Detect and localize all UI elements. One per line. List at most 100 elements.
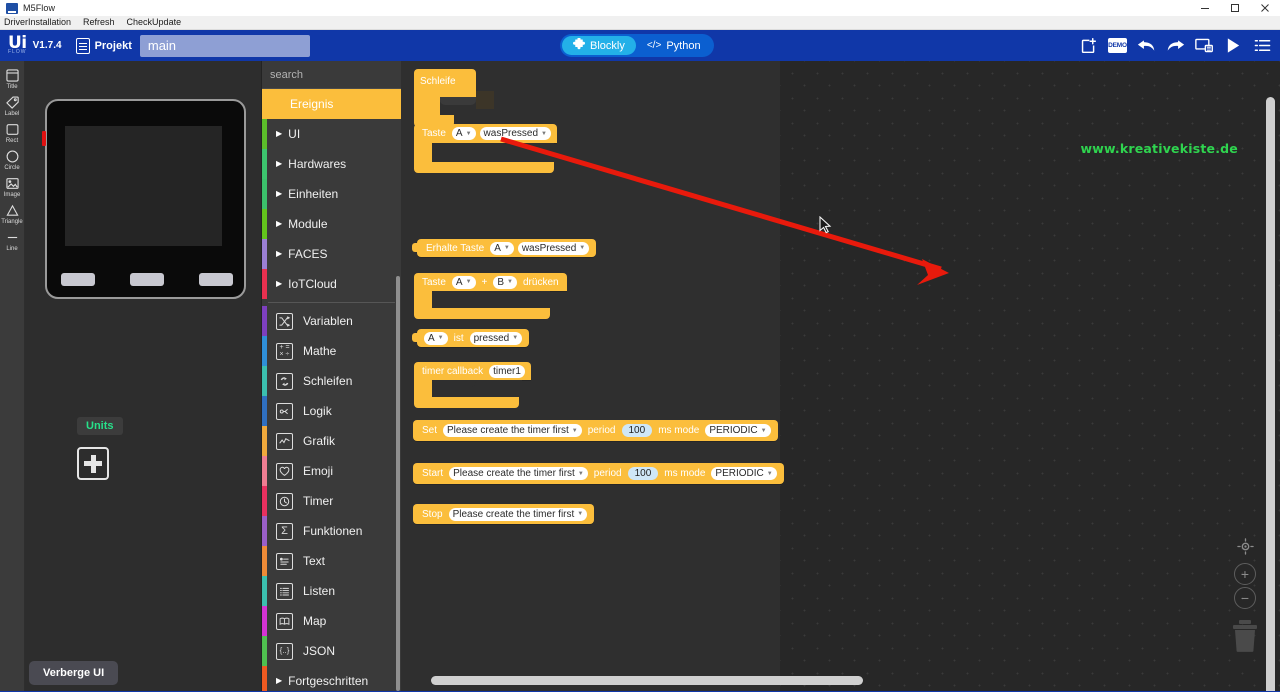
dropdown-button[interactable]: B ▼ (493, 275, 517, 289)
category-einheiten[interactable]: ▶ Einheiten (262, 179, 401, 209)
rail-item-triangle[interactable]: Triangle (0, 200, 25, 226)
block-schleife[interactable]: Schleife (414, 69, 494, 127)
block-taste-was-pressed[interactable]: Taste A ▼ wasPressed ▼ (414, 124, 557, 173)
dropdown-button[interactable]: PERIODIC ▼ (705, 424, 771, 437)
device-screen[interactable] (65, 126, 222, 246)
redo-icon[interactable] (1166, 36, 1185, 55)
zoom-out-icon[interactable]: − (1234, 587, 1256, 609)
category-map[interactable]: Map (262, 606, 401, 636)
demo-icon[interactable]: DEMO (1108, 36, 1127, 55)
rail-item-circle[interactable]: Circle (0, 146, 25, 172)
maximize-icon[interactable] (1220, 0, 1250, 16)
chevron-down-icon: ▼ (577, 470, 584, 477)
menu-item-driver-installation[interactable]: DriverInstallation (0, 16, 77, 29)
rail-label-label: Label (4, 111, 20, 117)
device-button-a[interactable] (61, 273, 95, 286)
block-timer-start[interactable]: Start Please create the timer first ▼ pe… (413, 463, 784, 484)
category-grafik[interactable]: Grafik (262, 426, 401, 456)
category-text[interactable]: Text (262, 546, 401, 576)
math-icon: + = × ÷ (276, 342, 293, 360)
dropdown-button[interactable]: wasPressed ▼ (517, 241, 590, 255)
block-taste-ab-druecken[interactable]: Taste A ▼ + B ▼ drücken (414, 273, 567, 319)
undo-icon[interactable] (1137, 36, 1156, 55)
device-download-icon[interactable] (1195, 36, 1214, 55)
category-fortgeschritten[interactable]: ▶ Fortgeschritten (262, 666, 401, 691)
category-label: Variablen (303, 314, 353, 328)
dropdown-button[interactable]: pressed ▼ (469, 331, 523, 345)
dropdown-button[interactable]: Please create the timer first ▼ (443, 424, 582, 437)
block-timer-set[interactable]: Set Please create the timer first ▼ peri… (413, 420, 778, 441)
hide-ui-button[interactable]: Verberge UI (29, 661, 119, 685)
block-label: ist (453, 332, 464, 344)
category-listen[interactable]: Listen (262, 576, 401, 606)
zoom-in-icon[interactable]: + (1234, 563, 1256, 585)
workspace-hscrollbar[interactable] (431, 676, 863, 685)
tab-python[interactable]: </> Python (636, 36, 712, 55)
dropdown-button[interactable]: PERIODIC ▼ (711, 467, 777, 480)
rail-item-title[interactable]: Title (0, 65, 25, 91)
close-icon[interactable] (1250, 0, 1280, 16)
category-emoji[interactable]: Emoji (262, 456, 401, 486)
workspace-vscrollbar[interactable] (1266, 97, 1275, 691)
rail-item-line[interactable]: Line (0, 227, 25, 253)
device-button-b[interactable] (130, 273, 164, 286)
dropdown-button[interactable]: A ▼ (424, 331, 448, 345)
mode-toggle: Blockly </> Python (560, 34, 714, 57)
category-json[interactable]: {..} JSON (262, 636, 401, 666)
blockly-workspace[interactable]: www.kreativekiste.de Schleife Taste A ▼ … (401, 61, 1280, 691)
category-schleifen[interactable]: Schleifen (262, 366, 401, 396)
rail-item-image[interactable]: Image (0, 173, 25, 199)
rail-item-rect[interactable]: Rect (0, 119, 25, 145)
tab-blockly[interactable]: Blockly (562, 36, 636, 55)
field-value: timer1 (493, 365, 521, 377)
block-erhalte-taste[interactable]: Erhalte Taste A ▼ wasPressed ▼ (417, 239, 597, 257)
dropdown-value: wasPressed (521, 242, 577, 254)
number-field[interactable]: 100 (621, 424, 653, 437)
toolbox-scrollbar[interactable] (396, 276, 400, 691)
chevron-right-icon: ▶ (276, 676, 283, 685)
dropdown-button[interactable]: A ▼ (451, 275, 476, 289)
menu-icon[interactable] (1253, 36, 1272, 55)
menu-item-refresh[interactable]: Refresh (77, 16, 121, 29)
rail-label-circle: Circle (4, 165, 20, 171)
new-project-icon[interactable] (1079, 36, 1098, 55)
device-button-c[interactable] (199, 273, 233, 286)
block-a-ist-pressed[interactable]: A ▼ ist pressed ▼ (417, 329, 530, 347)
number-field[interactable]: 100 (627, 467, 659, 480)
m5stack-device-preview[interactable] (42, 99, 246, 299)
zoom-reset-icon[interactable] (1234, 535, 1256, 557)
category-ereignis[interactable]: Ereignis (262, 89, 401, 119)
category-timer[interactable]: Timer (262, 486, 401, 516)
dropdown-button[interactable]: A ▼ (490, 241, 514, 255)
minimize-icon[interactable] (1190, 0, 1220, 16)
trash-icon[interactable] (1230, 619, 1260, 653)
project-name-input[interactable] (139, 34, 310, 57)
demo-badge-label: DEMO (1108, 38, 1127, 53)
plus-icon[interactable] (77, 447, 109, 480)
tab-blockly-label: Blockly (590, 39, 625, 52)
category-ui[interactable]: ▶ UI (262, 119, 401, 149)
block-output-plug (412, 243, 418, 252)
rail-item-label[interactable]: Label (0, 92, 25, 118)
category-iotcloud[interactable]: ▶ IoTCloud (262, 269, 401, 299)
text-field[interactable]: timer1 (489, 364, 525, 378)
category-faces[interactable]: ▶ FACES (262, 239, 401, 269)
title-icon (5, 68, 20, 83)
category-color-bar (262, 396, 267, 426)
block-timer-stop[interactable]: Stop Please create the timer first ▼ (413, 504, 595, 524)
block-timer-callback[interactable]: timer callback timer1 (414, 362, 531, 408)
search-input[interactable] (270, 68, 401, 81)
menu-item-check-update[interactable]: CheckUpdate (121, 16, 188, 29)
category-funktionen[interactable]: Σ Funktionen (262, 516, 401, 546)
dropdown-button[interactable]: Please create the timer first ▼ (448, 507, 588, 521)
run-icon[interactable] (1224, 36, 1243, 55)
dropdown-button[interactable]: wasPressed ▼ (479, 127, 551, 140)
device-buttons (61, 273, 233, 286)
category-mathe[interactable]: + = × ÷ Mathe (262, 336, 401, 366)
category-variablen[interactable]: Variablen (262, 306, 401, 336)
category-hardwares[interactable]: ▶ Hardwares (262, 149, 401, 179)
dropdown-button[interactable]: Please create the timer first ▼ (449, 467, 588, 480)
category-module[interactable]: ▶ Module (262, 209, 401, 239)
dropdown-button[interactable]: A ▼ (451, 127, 476, 140)
category-logik[interactable]: Logik (262, 396, 401, 426)
